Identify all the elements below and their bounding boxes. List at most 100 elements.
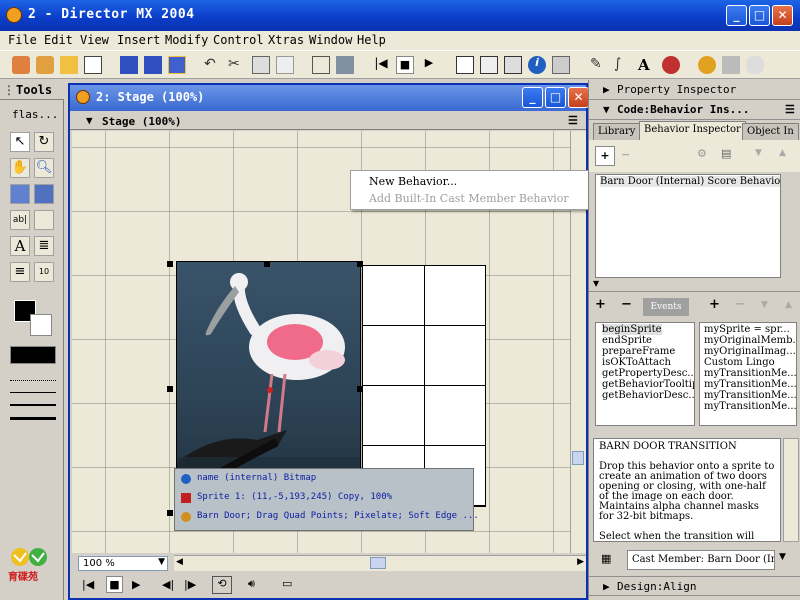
parameters-icon[interactable]: ⚙︎ [697, 147, 707, 160]
description-scrollbar[interactable] [783, 438, 799, 542]
rewind-icon[interactable]: |◀ [82, 578, 94, 591]
scroll-left-icon[interactable]: ◀ [176, 557, 183, 567]
selection-handle[interactable] [167, 510, 173, 516]
shockwave-icon[interactable] [662, 56, 680, 74]
paragraph-tool-icon[interactable]: ≣ [34, 236, 54, 256]
panel-options-icon[interactable]: ☰ [568, 114, 578, 127]
chevron-down-icon[interactable]: ▼ [779, 552, 786, 562]
list-item[interactable]: myOriginalImag... [704, 346, 796, 357]
loop-icon[interactable]: ⟲ [212, 576, 232, 594]
stop-icon[interactable]: ■ [106, 576, 123, 593]
list-item[interactable]: isOKToAttach [602, 357, 671, 368]
cut-icon[interactable]: ✂ [228, 56, 246, 74]
chevron-down-icon[interactable]: ▼ [158, 557, 165, 567]
list-item[interactable]: myTransitionMe... [704, 401, 796, 412]
import-icon[interactable] [84, 56, 102, 74]
script-window-icon[interactable]: ▤ [721, 147, 731, 160]
property-inspector-header[interactable]: ▶ Property Inspector [589, 80, 800, 100]
save-icon[interactable] [120, 56, 138, 74]
list-item[interactable]: myTransitionMe... [704, 379, 796, 390]
zoom-select[interactable]: 100 % ▼ [78, 556, 168, 571]
scroll-right-icon[interactable]: ▶ [577, 557, 584, 567]
new-behavior-menu-item[interactable]: New Behavior... [369, 175, 457, 188]
paste-icon[interactable] [276, 56, 294, 74]
splitter[interactable]: ▼ [589, 279, 800, 292]
arrow-tool-icon[interactable]: ↖ [10, 132, 30, 152]
rewind-icon[interactable]: |◀ [372, 56, 390, 74]
list-item[interactable]: prepareFrame [602, 346, 675, 357]
new-cast-icon[interactable] [36, 56, 54, 74]
menu-control[interactable]: Control [213, 33, 264, 47]
scroll-thumb[interactable] [370, 557, 386, 569]
close-button[interactable]: ✕ [772, 5, 793, 26]
pattern-selector[interactable] [10, 346, 56, 364]
tab-library[interactable]: Library [593, 123, 641, 140]
remove-event-button[interactable]: − [621, 297, 632, 312]
collapse-arrow-icon[interactable]: ▼ [86, 114, 93, 127]
text-tool-icon[interactable]: A [10, 236, 30, 256]
info-icon[interactable]: i [528, 56, 546, 74]
step-back-icon[interactable]: ◀| [162, 578, 174, 591]
list-item[interactable]: myOriginalMemb... [704, 335, 796, 346]
library-icon[interactable] [552, 56, 570, 74]
menu-edit[interactable]: Edit [44, 33, 73, 47]
vector-icon[interactable]: ∫ [614, 56, 632, 74]
selected-frames-icon[interactable]: ▭ [282, 577, 292, 590]
add-action-button[interactable]: + [709, 297, 720, 312]
line-width-1[interactable] [10, 392, 56, 393]
list-item[interactable]: myTransitionMe... [704, 390, 796, 401]
number-tool-icon[interactable]: 10 [34, 262, 54, 282]
copy-icon[interactable] [252, 56, 270, 74]
message-icon[interactable] [746, 56, 764, 74]
menu-modify[interactable]: Modify [165, 33, 208, 47]
list-item[interactable]: getBehaviorDesc... [602, 390, 694, 401]
step-forward-icon[interactable]: |▶ [184, 578, 196, 591]
code-panel-header[interactable]: ▼ Code:Behavior Ins... ☰ [589, 100, 800, 120]
new-movie-icon[interactable] [12, 56, 30, 74]
rotate-tool-icon[interactable]: ↻ [34, 132, 54, 152]
app-icon[interactable] [6, 7, 22, 23]
cast-icon[interactable] [480, 56, 498, 74]
tools-dropdown[interactable]: flas... [12, 108, 58, 121]
undo-icon[interactable]: ↶ [204, 56, 222, 74]
list-item[interactable]: Barn Door (Internal) Score Behavior [600, 176, 780, 187]
menu-window[interactable]: Window [309, 33, 352, 47]
play-icon[interactable]: ▶ [132, 578, 140, 591]
hand-tool-icon[interactable]: ✋ [10, 158, 30, 178]
maximize-button[interactable]: □ [749, 5, 770, 26]
script-icon[interactable] [722, 56, 740, 74]
list-item[interactable]: myTransitionMe... [704, 368, 796, 379]
button-tool-icon[interactable] [10, 184, 30, 204]
design-align-header[interactable]: ▶ Design:Align [589, 576, 800, 596]
radio-tool-icon[interactable] [34, 184, 54, 204]
add-event-button[interactable]: + [595, 297, 606, 312]
stage-minimize-button[interactable]: _ [522, 87, 543, 108]
exchange-icon[interactable] [336, 56, 354, 74]
selection-handle[interactable] [357, 386, 363, 392]
tab-behavior-inspector[interactable]: Behavior Inspector [639, 121, 746, 140]
field-tool-icon[interactable]: ab| [10, 210, 30, 230]
line-width-none[interactable] [10, 380, 56, 381]
stage-maximize-button[interactable]: □ [545, 87, 566, 108]
stage-icon[interactable] [456, 56, 474, 74]
list-item[interactable]: mySprite = spr... [704, 324, 790, 335]
paint-icon[interactable]: ✎ [590, 56, 608, 74]
scroll-thumb[interactable] [572, 451, 584, 465]
open-folder-icon[interactable] [60, 56, 78, 74]
selection-handle[interactable] [167, 386, 173, 392]
menu-help[interactable]: Help [357, 33, 386, 47]
selection-handle[interactable] [264, 261, 270, 267]
list-tool-icon[interactable]: ≡ [10, 262, 30, 282]
volume-icon[interactable]: 🔊︎ [248, 577, 255, 591]
minimize-button[interactable]: _ [726, 5, 747, 26]
zoom-tool-icon[interactable]: 🔍︎ [34, 158, 54, 178]
publish-icon[interactable] [168, 56, 186, 74]
text-icon[interactable]: A [638, 56, 656, 74]
behavior-list[interactable]: Barn Door (Internal) Score Behavior [595, 174, 781, 278]
selection-handle[interactable] [357, 261, 363, 267]
line-width-2[interactable] [10, 404, 56, 406]
events-list[interactable]: beginSprite endSprite prepareFrame isOKT… [595, 322, 695, 426]
checkbox-tool-icon[interactable] [34, 210, 54, 230]
save-all-icon[interactable] [144, 56, 162, 74]
background-color[interactable] [30, 314, 52, 336]
